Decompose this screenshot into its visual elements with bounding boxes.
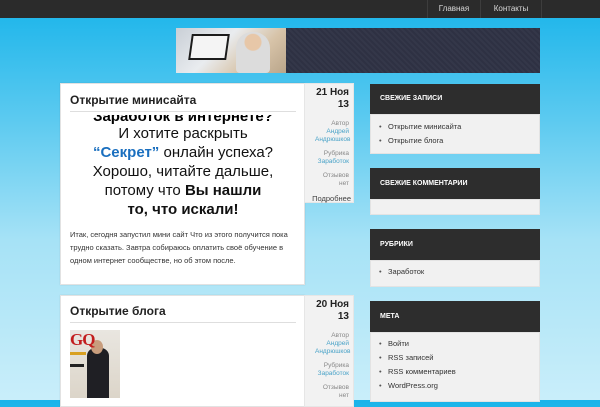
promo-line: И хотите раскрыть <box>118 125 248 142</box>
header-banner[interactable] <box>176 28 540 73</box>
widget-meta: Войти RSS записей RSS комментариев WordP… <box>370 332 540 402</box>
title-divider <box>70 111 296 112</box>
widget-categories: Заработок <box>370 260 540 287</box>
magazine-logo: GQ <box>70 330 95 349</box>
post-date-year: 13 <box>337 99 349 110</box>
login-link[interactable]: Войти <box>379 339 409 348</box>
person-illustration <box>236 32 270 73</box>
comments-count[interactable]: Отзывов нет <box>305 172 353 188</box>
post-card: Открытие минисайта Заработок в интернете… <box>60 83 305 285</box>
recent-post-link[interactable]: Открытие минисайта <box>379 122 461 131</box>
post-excerpt: Итак, сегодня запустил мини сайт Что из … <box>70 230 288 265</box>
wordpress-link[interactable]: WordPress.org <box>379 381 438 390</box>
widget-recent-posts: Открытие минисайта Открытие блога <box>370 114 540 154</box>
cover-stripe <box>70 364 84 367</box>
magazine-cover-image: GQ <box>70 330 120 398</box>
post-date-day: 21 Ноя <box>316 87 349 98</box>
cover-stripe <box>70 352 86 355</box>
author-label: Автор <box>331 120 349 127</box>
post-title[interactable]: Открытие минисайта <box>70 93 196 107</box>
promo-line: Хорошо, читайте дальше, <box>92 163 274 180</box>
widget-title-recent-comments: СВЕЖИЕ КОММЕНТАРИИ <box>370 168 540 199</box>
nav-contacts-link[interactable]: Контакты <box>480 0 542 18</box>
rss-comments-link[interactable]: RSS комментариев <box>379 367 456 376</box>
post-title[interactable]: Открытие блога <box>70 304 166 318</box>
banner-photo <box>176 28 286 73</box>
widget-recent-comments <box>370 199 540 215</box>
promo-line: потому что Вы нашли <box>104 182 262 199</box>
laptop-illustration <box>188 34 230 60</box>
post-date-year: 13 <box>337 311 349 322</box>
author-label: Автор <box>331 332 349 339</box>
cover-person <box>87 348 109 398</box>
category-link[interactable]: Заработок <box>305 158 353 166</box>
post-meta: 20 Ноя 13 Автор Андрей Андрюшков Рубрика… <box>304 295 354 407</box>
post-date-day: 20 Ноя <box>316 299 349 310</box>
promo-line: то, что искали! <box>127 201 239 218</box>
post-meta: 21 Ноя 13 Автор Андрей Андрюшков Рубрика… <box>304 83 354 203</box>
promo-line: “Секрет” онлайн успеха? <box>92 144 274 161</box>
widget-title-meta: МЕТА <box>370 301 540 332</box>
category-link[interactable]: Заработок <box>305 370 353 378</box>
category-link[interactable]: Заработок <box>379 267 424 276</box>
recent-post-link[interactable]: Открытие блога <box>379 136 443 145</box>
rss-posts-link[interactable]: RSS записей <box>379 353 434 362</box>
category-label: Рубрика <box>323 150 349 157</box>
category-label: Рубрика <box>323 362 349 369</box>
widget-title-categories: РУБРИКИ <box>370 229 540 260</box>
comments-count[interactable]: Отзывов нет <box>305 384 353 400</box>
title-divider <box>70 322 296 323</box>
post-card: Открытие блога GQ <box>60 295 305 407</box>
top-nav-bar: Главная Контакты <box>0 0 600 18</box>
promo-image: Заработок в интернете? И хотите раскрыть… <box>70 115 296 225</box>
promo-line-cut: Заработок в интернете? <box>93 115 273 124</box>
banner-texture <box>286 28 540 73</box>
author-link[interactable]: Андрей Андрюшков <box>305 128 353 144</box>
nav-home-link[interactable]: Главная <box>427 0 480 18</box>
author-link[interactable]: Андрей Андрюшков <box>305 340 353 356</box>
read-more-link[interactable]: Подробнее <box>305 194 353 203</box>
widget-title-recent-posts: СВЕЖИЕ ЗАПИСИ <box>370 84 540 114</box>
